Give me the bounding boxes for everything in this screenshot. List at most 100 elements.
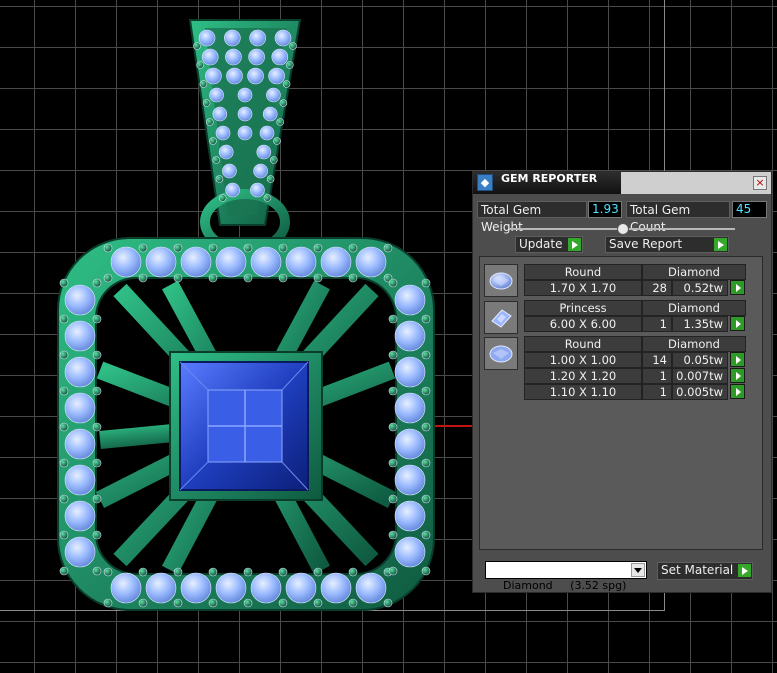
gem-list[interactable]: Round Diamond 1.70 X 1.70 28 0.52tw Prin… xyxy=(479,256,763,550)
chevron-down-icon[interactable] xyxy=(631,563,645,577)
bail-gem xyxy=(201,48,219,66)
halo-gem xyxy=(250,572,282,604)
material-select[interactable]: Diamond (3.52 spg) xyxy=(485,561,647,592)
select-gem-button[interactable] xyxy=(730,280,745,295)
gem-count: 14 xyxy=(642,352,672,368)
play-icon xyxy=(738,564,751,577)
halo-gem xyxy=(64,536,96,568)
gem-weight: 0.007tw xyxy=(672,368,728,384)
bail-gem xyxy=(212,106,228,122)
metal-bead xyxy=(59,386,69,396)
select-gem-button[interactable] xyxy=(730,352,745,367)
halo-gem xyxy=(64,464,96,496)
gem-weight: 0.05tw xyxy=(672,352,728,368)
title-bar[interactable]: GEM REPORTER ◆ × xyxy=(473,172,771,194)
metal-bead xyxy=(173,243,183,253)
select-gem-button[interactable] xyxy=(730,384,745,399)
metal-bead xyxy=(388,314,398,324)
play-icon xyxy=(714,238,727,251)
metal-bead xyxy=(92,278,102,288)
gem-count: 1 xyxy=(642,368,672,384)
gem-size: 1.00 X 1.00 xyxy=(524,352,642,368)
save-report-button[interactable]: Save Report xyxy=(605,236,729,253)
select-gem-button[interactable] xyxy=(730,316,745,331)
zoom-slider-thumb[interactable] xyxy=(617,223,629,235)
halo-gem xyxy=(394,536,426,568)
total-gem-weight-label: Total Gem Weight xyxy=(477,201,587,234)
metal-bead xyxy=(202,99,211,107)
metal-bead xyxy=(208,598,218,608)
gem-material: Diamond xyxy=(642,300,746,316)
halo-gem xyxy=(355,246,387,278)
bail-gem xyxy=(225,48,242,66)
metal-bead xyxy=(388,458,398,468)
gem-size: 1.10 X 1.10 xyxy=(524,384,642,400)
bail-gem xyxy=(247,67,264,85)
metal-bead xyxy=(243,598,253,608)
halo-gem xyxy=(394,428,426,460)
halo-gem xyxy=(145,572,177,604)
metal-bead xyxy=(278,598,288,608)
close-button[interactable]: × xyxy=(753,176,767,190)
select-gem-button[interactable] xyxy=(730,368,745,383)
metal-bead xyxy=(92,422,102,432)
metal-bead xyxy=(313,567,323,577)
total-gem-count-value: 45 xyxy=(732,201,767,218)
round-gem-icon xyxy=(484,337,518,370)
metal-bead xyxy=(348,567,358,577)
metal-bead xyxy=(289,42,297,50)
metal-bead xyxy=(383,598,393,608)
metal-bead xyxy=(59,530,69,540)
metal-bead xyxy=(138,598,148,608)
halo-gem xyxy=(250,246,282,278)
metal-bead xyxy=(421,314,431,324)
metal-bead xyxy=(103,243,113,253)
metal-bead xyxy=(59,422,69,432)
bail-gem xyxy=(224,29,241,47)
metal-bead xyxy=(388,386,398,396)
metal-bead xyxy=(278,243,288,253)
save-report-button-label: Save Report xyxy=(609,237,683,251)
halo-gem xyxy=(394,284,426,316)
metal-bead xyxy=(59,566,69,576)
gem-count: 1 xyxy=(642,384,672,400)
metal-bead xyxy=(208,567,218,577)
gem-weight: 0.005tw xyxy=(672,384,728,400)
metal-bead xyxy=(388,278,398,288)
halo-gem xyxy=(394,500,426,532)
metal-bead xyxy=(278,273,288,283)
metal-bead xyxy=(421,422,431,432)
metal-bead xyxy=(92,530,102,540)
metal-bead xyxy=(285,61,294,69)
metal-bead xyxy=(92,350,102,360)
halo-gem xyxy=(64,320,96,352)
metal-bead xyxy=(103,567,113,577)
total-gem-count-label: Total Gem Count xyxy=(626,201,730,234)
play-icon xyxy=(568,238,581,251)
metal-bead xyxy=(388,494,398,504)
metal-bead xyxy=(421,350,431,360)
metal-bead xyxy=(209,137,217,145)
halo-gem xyxy=(64,500,96,532)
metal-bead xyxy=(173,567,183,577)
bail-gem xyxy=(249,29,266,47)
gem-size: 1.20 X 1.20 xyxy=(524,368,642,384)
halo-gem xyxy=(180,572,212,604)
bail-gem xyxy=(198,29,216,47)
bail-gem xyxy=(262,106,278,122)
metal-bead xyxy=(421,530,431,540)
metal-bead xyxy=(313,273,323,283)
metal-bead xyxy=(215,175,224,183)
metal-bead xyxy=(282,80,291,88)
total-gem-weight-value: 1.93 xyxy=(588,201,622,218)
metal-bead xyxy=(196,61,204,69)
metal-bead xyxy=(92,314,102,324)
metal-bead xyxy=(269,156,278,164)
update-button[interactable]: Update xyxy=(515,236,583,253)
panel-title: GEM REPORTER xyxy=(473,172,621,194)
set-material-button[interactable]: Set Material xyxy=(657,562,753,580)
halo-gem xyxy=(285,246,317,278)
bail-gem xyxy=(215,125,231,141)
bail-gem xyxy=(259,125,275,141)
bail-gem xyxy=(266,87,281,103)
